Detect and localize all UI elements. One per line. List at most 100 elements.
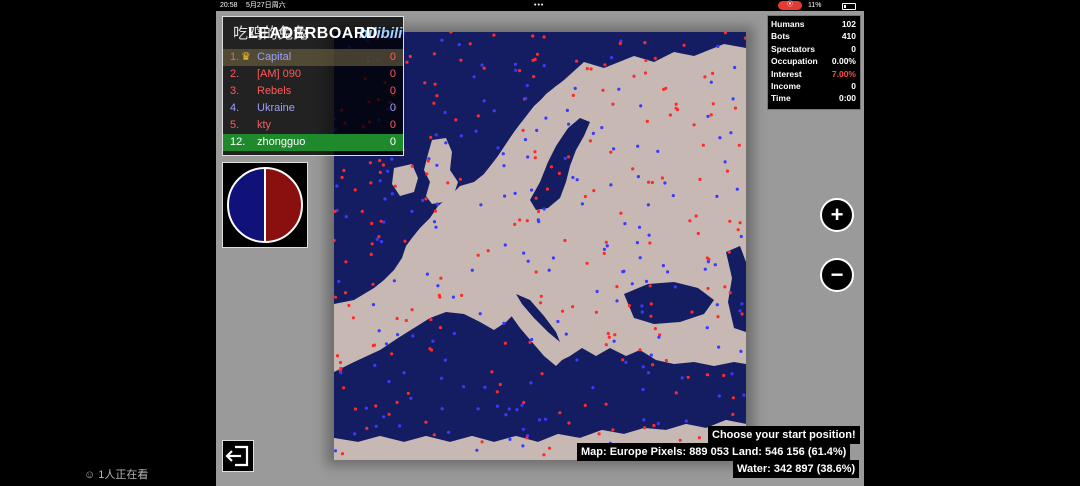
spawn-dot [525, 83, 529, 88]
spawn-dot [605, 244, 609, 248]
stat-row-interest: Interest 7.00% [768, 68, 860, 80]
stat-value: 0.00% [831, 56, 856, 67]
spawn-dot [402, 371, 406, 375]
spawn-dot [424, 197, 428, 201]
leaderboard-row: 12. zhongguo 0 [223, 134, 403, 151]
spawn-dot [733, 106, 738, 110]
spawn-dot [585, 261, 589, 265]
spawn-dot [556, 319, 560, 324]
spawn-dot [742, 393, 746, 397]
spawn-dot [429, 318, 433, 322]
spawn-dot [740, 312, 744, 316]
spawn-dot [423, 81, 427, 85]
spawn-dot [534, 270, 538, 274]
spawn-dot [698, 177, 702, 181]
spawn-dot [514, 68, 518, 72]
spawn-dot [483, 385, 487, 389]
spawn-dot [540, 372, 544, 376]
spawn-dot [529, 381, 533, 385]
leaderboard-row: 1. ♛ Capital 0 [223, 49, 403, 66]
spawn-dot [575, 358, 579, 362]
spawn-dot [736, 228, 740, 232]
spawn-dot [472, 75, 476, 79]
spawn-dot [390, 157, 394, 161]
zoom-out-button[interactable]: − [820, 258, 854, 292]
spawn-dot [716, 315, 720, 319]
screen-record-icon: ⦿ [778, 1, 802, 10]
spawn-dot [711, 102, 715, 106]
spawn-dot [709, 113, 713, 117]
spawn-dot [723, 160, 727, 164]
spawn-dot [739, 349, 743, 353]
spawn-dot [653, 327, 657, 331]
spawn-dot [705, 373, 709, 377]
spawn-dot [637, 225, 642, 229]
spawn-dot [334, 295, 338, 299]
spawn-dot [657, 335, 661, 339]
leaderboard-rows: 1. ♛ Capital 0 2. [AM] 090 0 3. Rebels 0 4. Ukraine… [223, 49, 403, 151]
spawn-dot [549, 165, 553, 169]
spawn-dot [602, 251, 606, 255]
spawn-dot [583, 403, 587, 407]
spawn-dot [638, 256, 642, 260]
leaderboard-score: 0 [389, 136, 396, 148]
spawn-dot [373, 363, 377, 367]
spawn-dot [410, 209, 414, 213]
spawn-dot [513, 191, 517, 195]
spawn-dot [434, 225, 438, 229]
spawn-dot [558, 411, 562, 415]
spawn-dot [575, 59, 579, 63]
spawn-dot [475, 448, 479, 452]
multitask-dots-icon: ••• [534, 2, 545, 9]
spawn-dot [364, 406, 368, 410]
spawn-dot [696, 231, 700, 236]
spawn-dot [431, 339, 435, 343]
leaderboard-player-name: Capital [257, 51, 292, 63]
spawn-dot [561, 309, 565, 313]
spawn-dot [589, 67, 593, 71]
spawn-dot [588, 139, 592, 143]
leaderboard-player-name: kty [257, 119, 272, 131]
spawn-dot [436, 284, 440, 288]
spawn-dot [476, 253, 480, 257]
spawn-dot [612, 147, 616, 151]
spawn-dot [390, 352, 394, 356]
spawn-dot [410, 164, 414, 168]
spawn-dot [426, 159, 430, 163]
spawn-dot [564, 332, 568, 336]
battery-percent: 11% [808, 2, 822, 9]
spawn-dot [353, 407, 357, 411]
spawn-dot [525, 219, 529, 223]
spawn-dot [594, 310, 598, 314]
spawn-dot [731, 396, 735, 400]
spawn-dot [498, 382, 502, 387]
spawn-dot [611, 102, 615, 106]
device-status-bar: 20:58 5月27日周六 ••• ⦿ 11% [216, 0, 864, 11]
zoom-in-button[interactable]: + [820, 198, 854, 232]
spawn-dot [396, 333, 400, 337]
exit-button[interactable] [222, 440, 254, 472]
spawn-dot [545, 187, 549, 191]
spawn-dot [535, 52, 540, 56]
spawn-dot [643, 41, 647, 45]
map-info-line: Map: Europe Pixels: 889 053 Land: 546 15… [577, 443, 851, 461]
spawn-dot [334, 449, 338, 453]
spawn-dot [649, 314, 653, 318]
spawn-dot [682, 43, 686, 47]
spawn-dot [615, 299, 619, 303]
spawn-dot [604, 343, 608, 347]
spawn-dot [405, 60, 409, 64]
spawn-dot [523, 138, 528, 142]
spawn-dot [439, 376, 444, 380]
spawn-dot [406, 391, 410, 395]
spawn-dot [627, 304, 631, 308]
spawn-dot [635, 241, 639, 245]
spawn-dot [648, 284, 652, 288]
spawn-dot [543, 417, 548, 421]
spawn-dot [351, 316, 355, 320]
spawn-dot [542, 35, 546, 39]
spawn-dot [563, 238, 567, 243]
spawn-dot [688, 219, 692, 223]
spawn-dot [711, 71, 715, 75]
spawn-dot [432, 433, 436, 437]
